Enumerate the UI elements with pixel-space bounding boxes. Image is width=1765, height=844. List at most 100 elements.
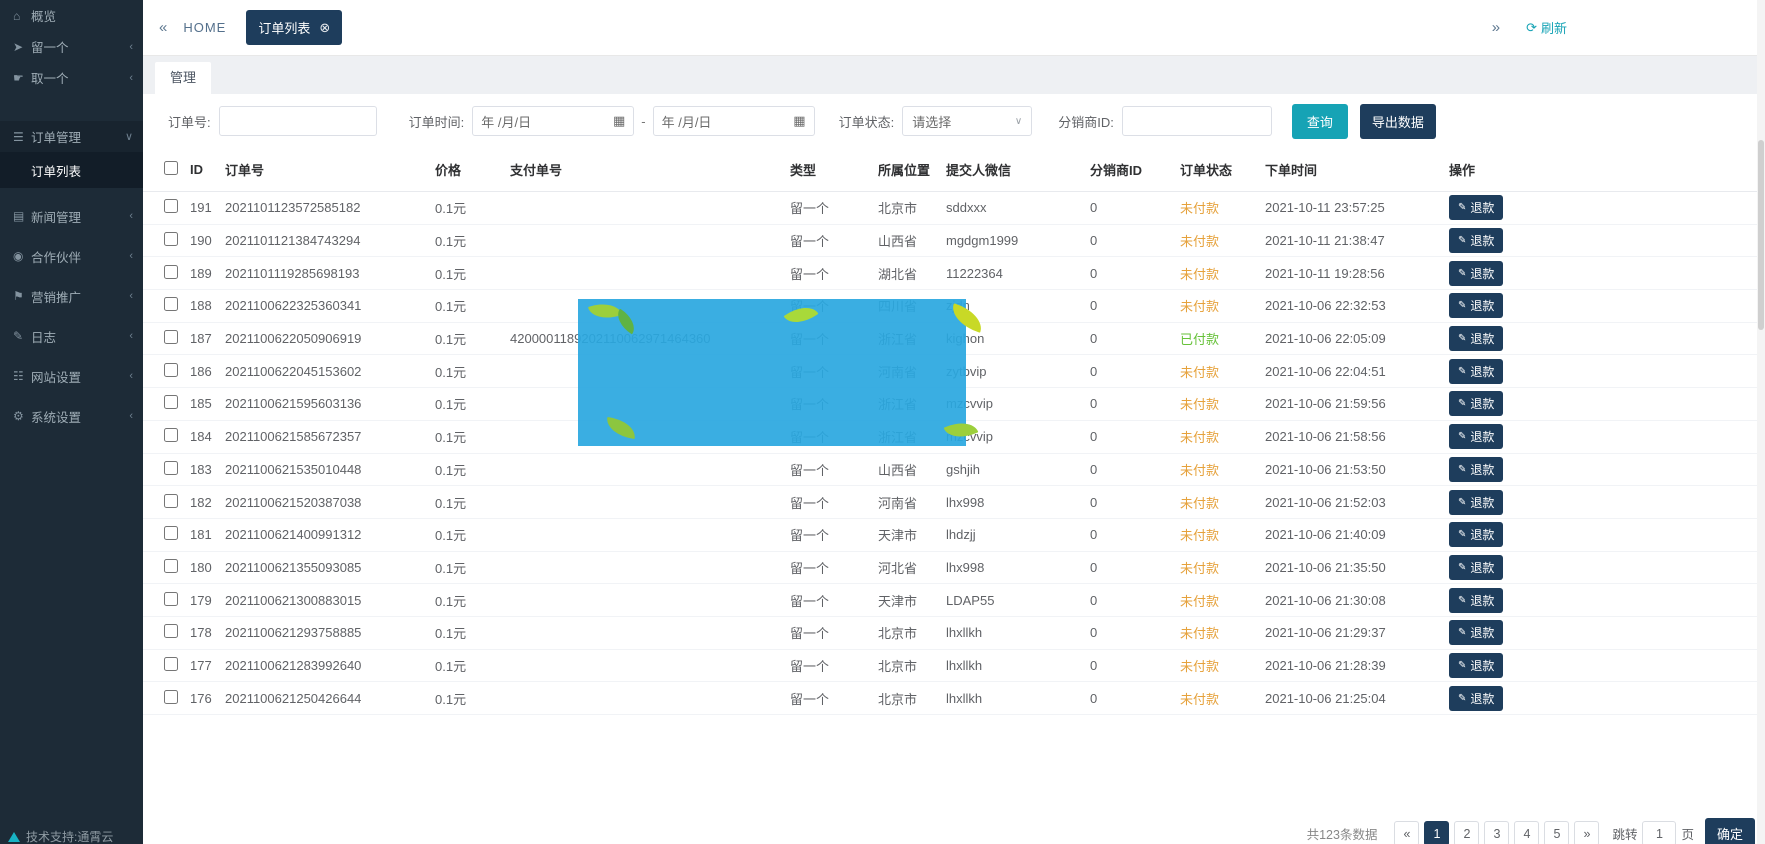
cell-location: 山西省: [878, 231, 946, 250]
cell-id: 182: [190, 495, 225, 510]
distributor-id-input[interactable]: [1122, 106, 1272, 136]
cell-distributor-id: 0: [1090, 266, 1180, 281]
sidebar-item-system-settings[interactable]: ⚙ 系统设置 ‹: [0, 396, 143, 436]
refresh-button[interactable]: ⟳ 刷新: [1526, 18, 1567, 37]
row-checkbox[interactable]: [164, 395, 178, 409]
pagination-page-1[interactable]: 1: [1424, 821, 1449, 844]
confirm-jump-button[interactable]: 确定: [1705, 818, 1755, 844]
row-checkbox[interactable]: [164, 297, 178, 311]
edit-icon: ✎: [1458, 300, 1466, 311]
refund-button[interactable]: ✎ 退款: [1449, 359, 1503, 384]
row-checkbox[interactable]: [164, 428, 178, 442]
sidebar-item-partners[interactable]: ◉ 合作伙伴 ‹: [0, 236, 143, 276]
date-to-input[interactable]: 年 /月/日 ▦: [653, 106, 815, 136]
edit-icon: ✎: [1458, 431, 1466, 442]
search-button[interactable]: 查询: [1292, 104, 1348, 139]
cell-type: 留一个: [790, 231, 878, 250]
pagination-page-4[interactable]: 4: [1514, 821, 1539, 844]
date-from-input[interactable]: 年 /月/日 ▦: [472, 106, 634, 136]
select-all-checkbox[interactable]: [164, 161, 178, 175]
row-checkbox[interactable]: [164, 494, 178, 508]
sidebar-item-liuyige[interactable]: ➤ 留一个 ‹: [0, 31, 143, 62]
pagination-prev[interactable]: «: [1394, 821, 1419, 844]
pagination-page-5[interactable]: 5: [1544, 821, 1569, 844]
cell-id: 180: [190, 560, 225, 575]
jump-page-input[interactable]: [1642, 821, 1676, 844]
cell-type: 留一个: [790, 198, 878, 217]
sidebar-item-news[interactable]: ▤ 新闻管理 ‹: [0, 196, 143, 236]
refund-button[interactable]: ✎ 退款: [1449, 457, 1503, 482]
refund-button[interactable]: ✎ 退款: [1449, 522, 1503, 547]
export-data-button[interactable]: 导出数据: [1360, 104, 1436, 139]
sidebar-item-label: 系统设置: [31, 407, 129, 426]
row-checkbox[interactable]: [164, 526, 178, 540]
cell-order-time: 2021-10-06 21:35:50: [1265, 560, 1449, 575]
sidebar-footer: 技术支持:通霄云: [0, 824, 143, 844]
pagination-next[interactable]: »: [1574, 821, 1599, 844]
pagination-page-2[interactable]: 2: [1454, 821, 1479, 844]
tabs-scroll-left-icon[interactable]: «: [159, 19, 167, 36]
refund-button[interactable]: ✎ 退款: [1449, 195, 1503, 220]
chevron-down-icon: ∨: [125, 130, 133, 143]
tab-manage[interactable]: 管理: [155, 62, 211, 94]
row-checkbox[interactable]: [164, 657, 178, 671]
row-checkbox[interactable]: [164, 559, 178, 573]
date-placeholder: 年 /月/日: [481, 112, 531, 131]
vertical-scrollbar[interactable]: [1757, 0, 1765, 844]
order-status-select[interactable]: 请选择 ∨: [902, 106, 1032, 136]
cell-id: 191: [190, 200, 225, 215]
cell-order-no: 2021101123572585182: [225, 200, 435, 215]
sidebar-item-order-list[interactable]: 订单列表: [0, 152, 143, 188]
cell-id: 177: [190, 658, 225, 673]
refund-button[interactable]: ✎ 退款: [1449, 653, 1503, 678]
sidebar-item-logs[interactable]: ✎ 日志 ‹: [0, 316, 143, 356]
refund-button[interactable]: ✎ 退款: [1449, 555, 1503, 580]
tab-home[interactable]: HOME: [183, 20, 226, 35]
sidebar-item-order-management[interactable]: ☰ 订单管理 ∨: [0, 121, 143, 152]
chevron-left-icon: ‹: [129, 41, 133, 53]
refund-button[interactable]: ✎ 退款: [1449, 490, 1503, 515]
refund-button[interactable]: ✎ 退款: [1449, 326, 1503, 351]
scrollbar-thumb[interactable]: [1758, 140, 1764, 330]
cell-distributor-id: 0: [1090, 560, 1180, 575]
sidebar-item-overview[interactable]: ⌂ 概览: [0, 0, 143, 31]
pagination-page-3[interactable]: 3: [1484, 821, 1509, 844]
refund-button[interactable]: ✎ 退款: [1449, 228, 1503, 253]
row-checkbox[interactable]: [164, 330, 178, 344]
row-checkbox[interactable]: [164, 461, 178, 475]
chevron-left-icon: ‹: [129, 370, 133, 382]
close-tab-icon[interactable]: ⊗: [319, 20, 330, 36]
sidebar-item-label: 留一个: [31, 37, 129, 56]
row-checkbox[interactable]: [164, 624, 178, 638]
sidebar-item-marketing[interactable]: ⚑ 营销推广 ‹: [0, 276, 143, 316]
refund-button[interactable]: ✎ 退款: [1449, 293, 1503, 318]
refund-button[interactable]: ✎ 退款: [1449, 261, 1503, 286]
row-checkbox[interactable]: [164, 363, 178, 377]
refund-button[interactable]: ✎ 退款: [1449, 391, 1503, 416]
cell-location: 山西省: [878, 460, 946, 479]
order-no-input[interactable]: [219, 106, 377, 136]
row-checkbox[interactable]: [164, 265, 178, 279]
cell-order-time: 2021-10-06 21:53:50: [1265, 462, 1449, 477]
refund-button[interactable]: ✎ 退款: [1449, 620, 1503, 645]
refund-button[interactable]: ✎ 退款: [1449, 588, 1503, 613]
sidebar-item-quyige[interactable]: ☛ 取一个 ‹: [0, 62, 143, 93]
row-checkbox[interactable]: [164, 199, 178, 213]
sidebar-item-site-settings[interactable]: ☷ 网站设置 ‹: [0, 356, 143, 396]
tab-order-list[interactable]: 订单列表 ⊗: [246, 10, 342, 45]
cell-price: 0.1元: [435, 264, 510, 283]
tabs-scroll-right-icon[interactable]: »: [1492, 19, 1500, 36]
refund-button[interactable]: ✎ 退款: [1449, 424, 1503, 449]
cell-wechat: kighon: [946, 331, 1090, 346]
refund-button[interactable]: ✎ 退款: [1449, 686, 1503, 711]
cell-status: 未付款: [1180, 525, 1265, 544]
row-checkbox[interactable]: [164, 232, 178, 246]
edit-icon: ✎: [1458, 333, 1466, 344]
cell-wechat: gshjih: [946, 462, 1090, 477]
row-checkbox[interactable]: [164, 690, 178, 704]
sidebar-item-label: 订单管理: [31, 127, 125, 146]
row-checkbox[interactable]: [164, 592, 178, 606]
cell-id: 179: [190, 593, 225, 608]
cell-type: 留一个: [790, 689, 878, 708]
cell-id: 186: [190, 364, 225, 379]
